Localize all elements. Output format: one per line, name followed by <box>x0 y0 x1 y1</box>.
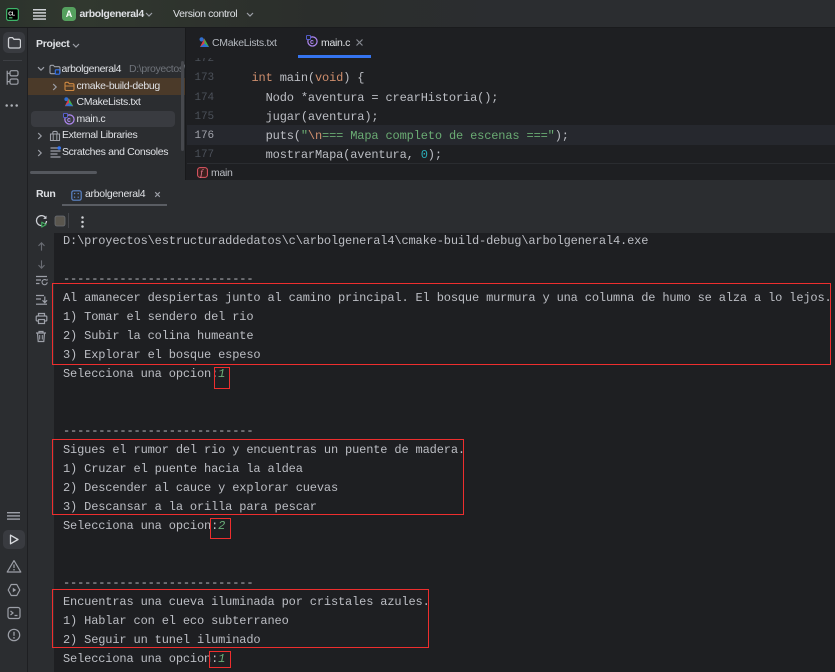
svg-text:CL: CL <box>8 11 16 17</box>
svg-text:c: c <box>310 39 314 46</box>
svg-text:c: c <box>67 117 71 124</box>
